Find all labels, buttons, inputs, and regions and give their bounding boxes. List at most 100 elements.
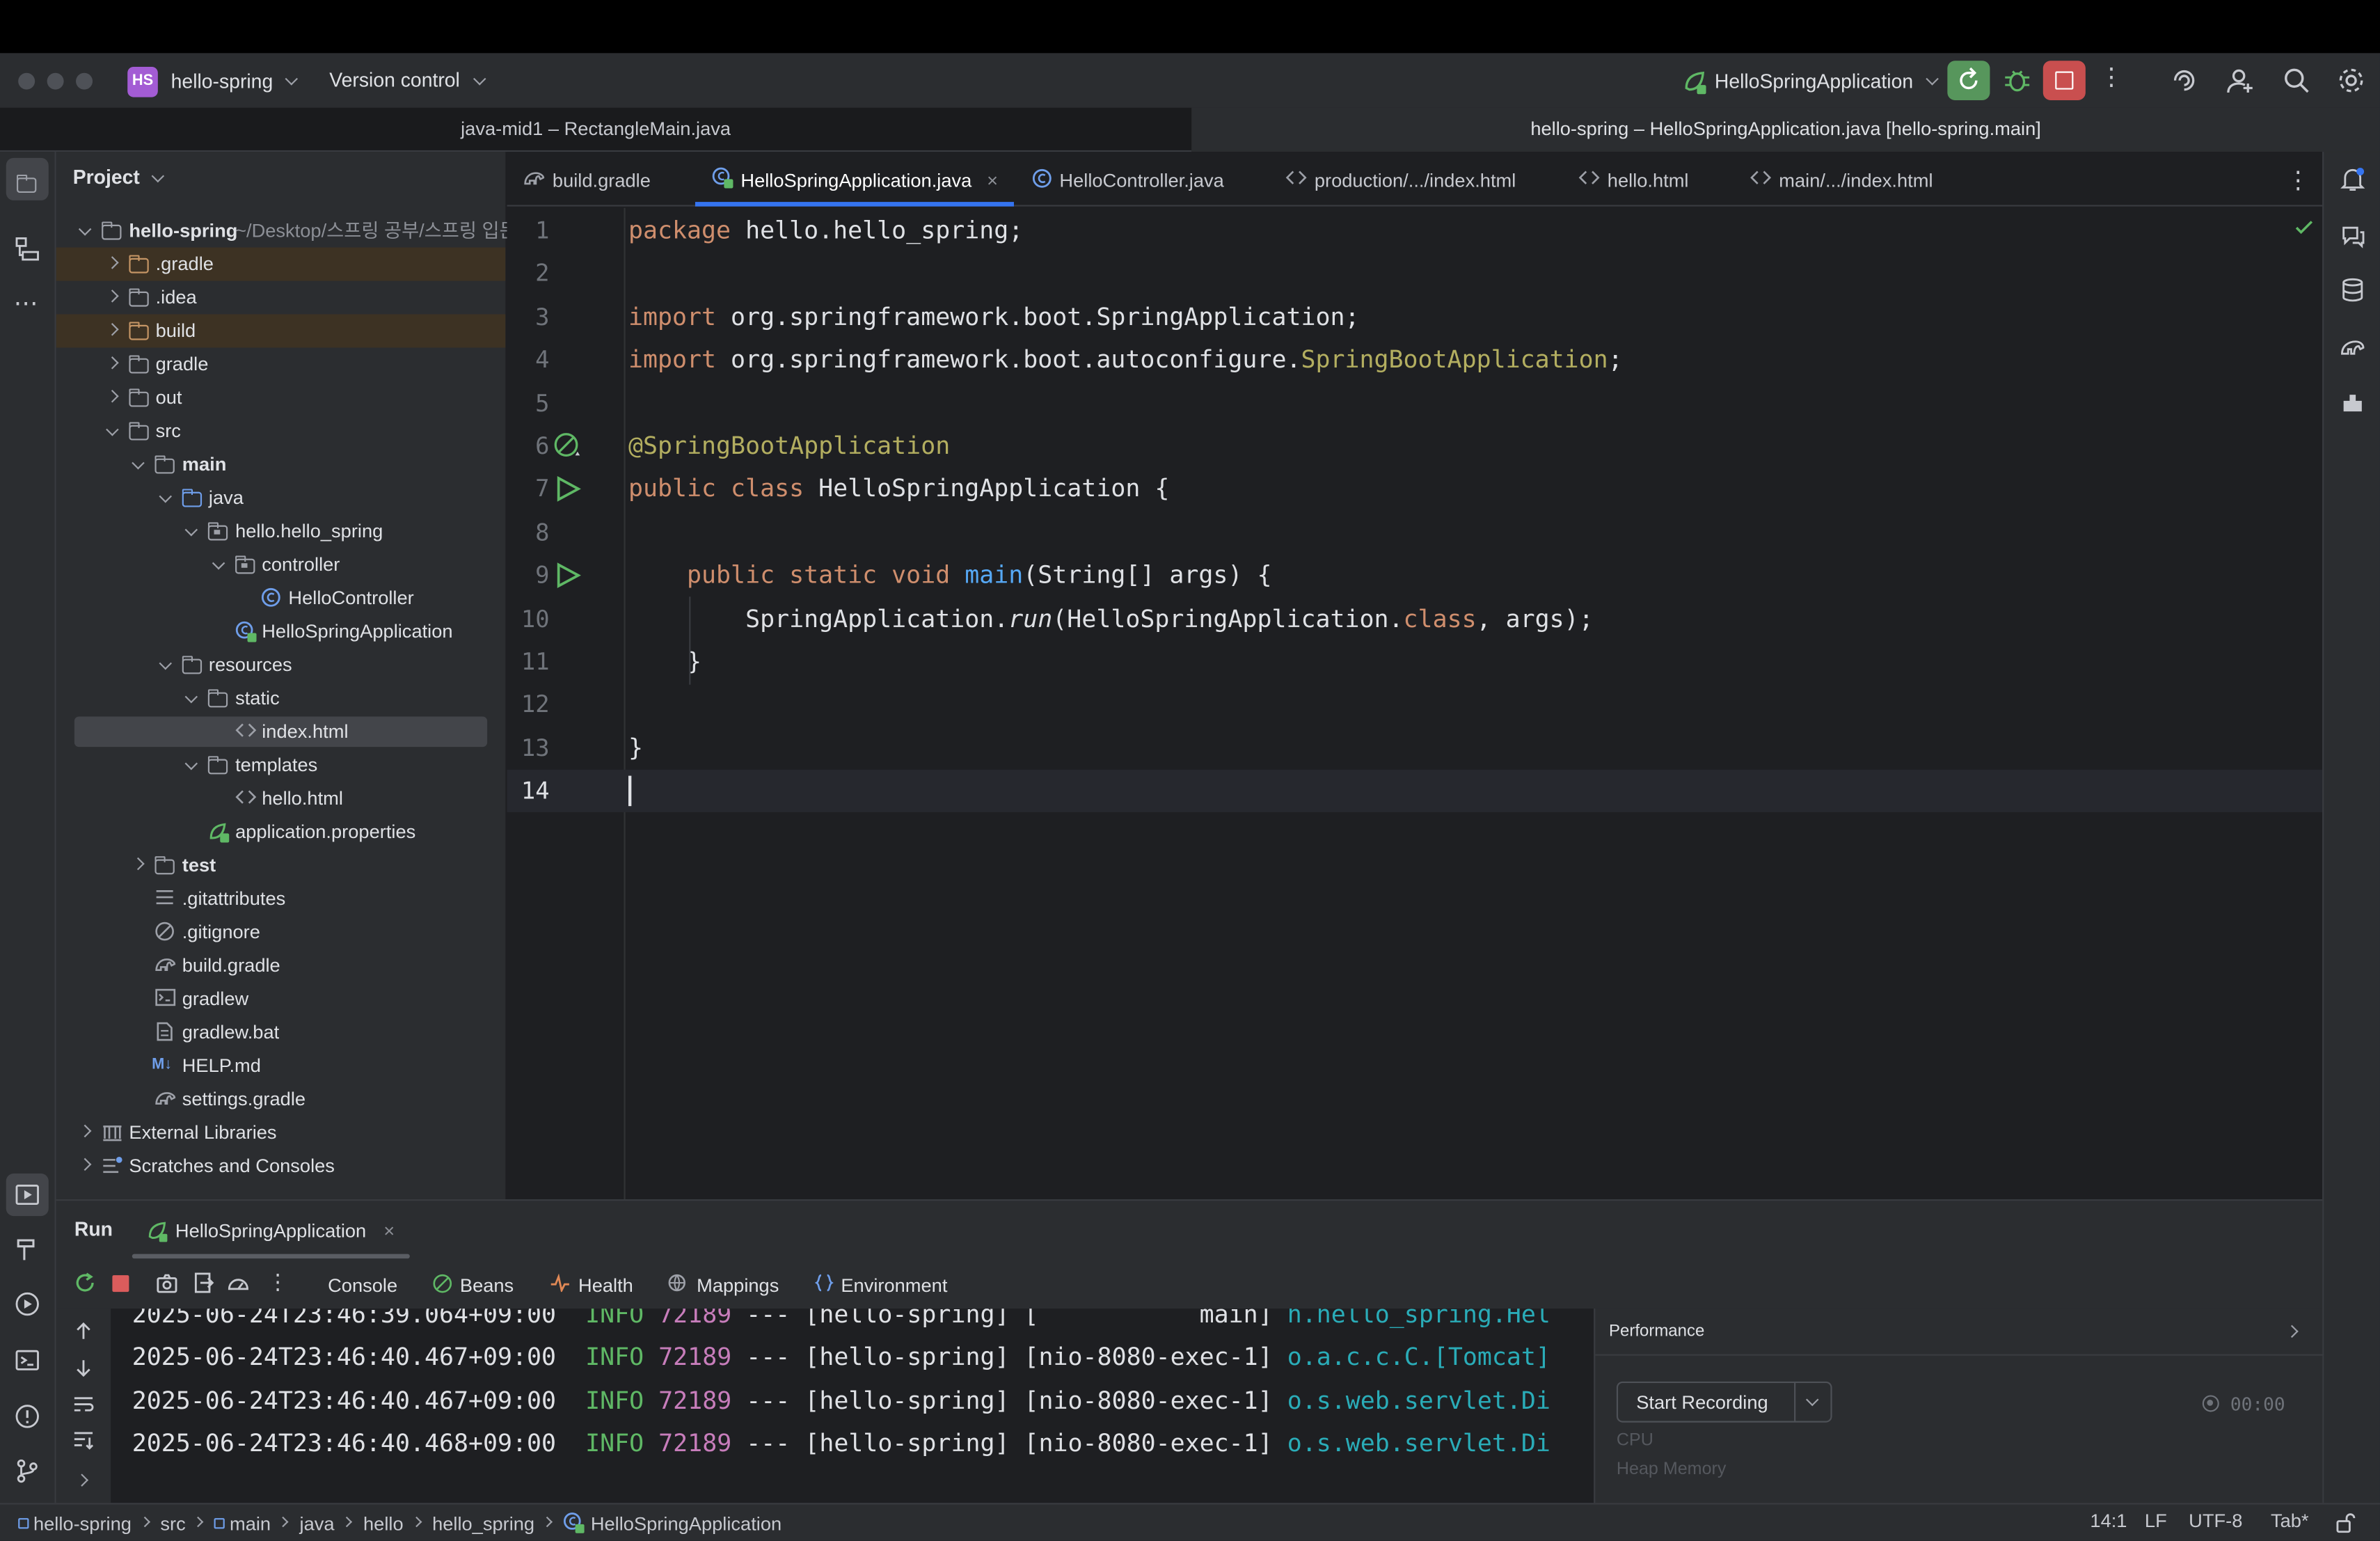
notifications-bell-icon[interactable] [2339,166,2366,193]
editor-tab[interactable]: HelloSpringApplication.java × [712,157,998,202]
editor-tab[interactable]: main/.../index.html [1750,157,1933,202]
close-tab-icon[interactable]: × [383,1215,395,1246]
add-user-icon[interactable] [2226,65,2256,96]
tree-item[interactable]: gradle [56,347,506,381]
breadcrumb-item[interactable]: hello-spring [18,1505,132,1541]
chevron-down-icon[interactable] [78,223,92,236]
git-branch-icon[interactable] [14,1457,41,1485]
tree-item[interactable]: templates [56,748,506,782]
stop-button[interactable] [2042,61,2086,100]
tree-item[interactable]: resources [56,648,506,681]
tree-item[interactable]: out [56,381,506,414]
console-output[interactable]: 2025-06-24T23:46:39.064+09:00 INFO 72189… [111,1309,1594,1503]
editor-tab[interactable]: build.gradle [523,157,651,202]
tree-item[interactable]: settings.gradle [56,1082,506,1116]
exit-icon[interactable] [191,1271,216,1295]
project-panel-title[interactable]: Project [73,166,164,188]
breadcrumb-item[interactable]: main [214,1505,271,1541]
run-gutter-icon[interactable] [553,560,583,591]
tree-item[interactable]: test [56,848,506,882]
run-config-tab[interactable]: HelloSpringApplication × [145,1215,395,1245]
project-tool-button[interactable] [6,157,49,200]
chevron-down-icon[interactable] [184,523,198,537]
chevron-down-icon[interactable] [1806,1393,1819,1407]
chevron-right-icon[interactable] [78,1157,92,1171]
code-line[interactable]: import org.springframework.boot.SpringAp… [628,296,1360,338]
services-icon[interactable] [14,1290,41,1318]
scroll-down-icon[interactable] [73,1357,95,1379]
caret-position[interactable]: 14:1 [2090,1510,2127,1532]
camera-snapshot-icon[interactable] [154,1271,179,1295]
editor-tab[interactable]: hello.html [1578,157,1688,202]
lock-open-icon[interactable] [2335,1512,2356,1533]
run-tab-mappings[interactable]: Mappings [668,1269,779,1299]
tree-item[interactable]: index.html [56,715,506,748]
window-close-button[interactable] [18,72,35,90]
code-line[interactable]: import org.springframework.boot.autoconf… [628,339,1623,381]
code-line[interactable]: SpringApplication.run(HelloSpringApplica… [628,597,1594,640]
editor-tab[interactable]: HelloController.java [1032,157,1224,202]
tree-item[interactable]: static [56,681,506,715]
run-more-icon[interactable]: ⋮ [267,1269,289,1295]
chevron-right-icon[interactable] [105,323,118,336]
project-switcher[interactable]: HS hello-spring [127,65,299,97]
more-tools-icon[interactable]: ⋯ [14,288,38,319]
chevron-down-icon[interactable] [105,423,118,436]
ai-chat-icon[interactable] [2339,221,2366,248]
breadcrumb-item[interactable]: hello_spring [432,1505,534,1541]
tree-item[interactable]: Scratches and Consoles [56,1149,506,1183]
chevron-down-icon[interactable] [184,757,198,770]
stop-icon[interactable] [112,1275,129,1293]
breadcrumb-item[interactable]: hello [363,1505,404,1541]
no-problems-check-icon[interactable] [2294,217,2315,239]
breadcrumb-item[interactable]: java [300,1505,335,1541]
run-tab-health[interactable]: Health [550,1269,633,1299]
code-line[interactable]: public static void main(String[] args) { [628,555,1271,597]
profiler-gauge-icon[interactable] [226,1271,251,1295]
tree-item[interactable]: main [56,448,506,481]
database-icon[interactable] [2339,276,2366,303]
scroll-to-end-icon[interactable] [73,1430,95,1452]
window-tab-java-mid1[interactable]: java-mid1 – RectangleMain.java [0,107,1192,152]
build-hammer-icon[interactable] [14,1235,41,1263]
tree-item[interactable]: .gitattributes [56,882,506,915]
run-tab-beans[interactable]: Beans [433,1269,514,1299]
more-actions-icon[interactable]: ⋮ [2099,65,2123,96]
tree-item[interactable]: .gitignore [56,915,506,949]
tree-item[interactable]: .gradle [56,248,506,281]
search-icon[interactable] [2281,65,2312,96]
run-gutter-icon[interactable] [553,474,583,505]
chevron-right-icon[interactable] [78,1124,92,1138]
run-tab-environment[interactable]: Environment [814,1269,947,1299]
tree-item[interactable]: build [56,314,506,347]
tree-item[interactable]: gradlew [56,982,506,1016]
chevron-down-icon[interactable] [211,556,225,570]
tree-item[interactable]: gradlew.bat [56,1016,506,1049]
tree-item[interactable]: src [56,414,506,448]
run-config-selector[interactable]: HelloSpringApplication [1682,65,1939,96]
chevron-down-icon[interactable] [132,456,145,470]
run-tab-console[interactable]: Console [328,1269,397,1299]
window-minimize-button[interactable] [47,72,64,90]
tree-item[interactable]: java [56,481,506,514]
scroll-up-icon[interactable] [73,1321,95,1343]
code-line[interactable]: @SpringBootApplication [628,425,950,468]
editor-tabs-more-icon[interactable]: ⋮ [2286,166,2310,196]
gradle-elephant-icon[interactable] [2339,333,2366,360]
version-control-menu[interactable]: Version control [329,65,486,96]
start-recording-button[interactable]: Start Recording [1616,1381,1832,1423]
chevron-right-icon[interactable] [75,1473,89,1487]
breadcrumb-item[interactable]: src [160,1505,185,1541]
rerun-icon[interactable] [73,1271,97,1295]
structure-icon[interactable] [14,235,41,262]
run-tool-button[interactable] [6,1173,49,1217]
chevron-down-icon[interactable] [158,656,171,670]
tree-item[interactable]: hello.hello_spring [56,514,506,548]
terminal-icon[interactable] [14,1347,41,1374]
close-tab-icon[interactable]: × [987,157,998,203]
chevron-right-icon[interactable] [132,857,145,871]
code-line[interactable]: } [628,727,643,769]
code-line[interactable]: package hello.hello_spring; [628,210,1023,252]
chevron-right-icon[interactable] [105,356,118,370]
code-line[interactable]: public class HelloSpringApplication { [628,468,1169,511]
